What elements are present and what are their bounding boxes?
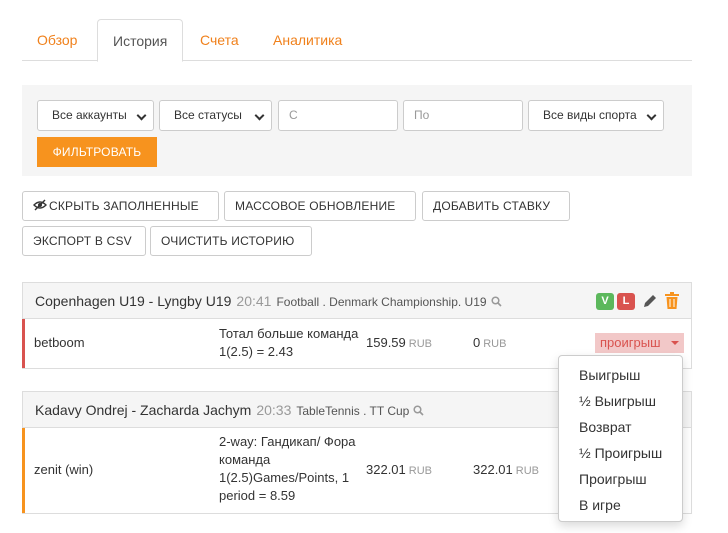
status-dropdown[interactable]: проигрыш (595, 333, 684, 353)
date-to-placeholder: По (414, 108, 430, 122)
mark-loss-button[interactable]: L (617, 293, 635, 310)
status-bar (22, 319, 25, 368)
chevron-down-icon (646, 110, 657, 121)
tab-history[interactable]: История (97, 19, 184, 62)
match-time: 20:41 (236, 293, 272, 309)
stake-value: 159.59 (366, 335, 406, 350)
tab-bar: Обзор История Счета Аналитика (22, 19, 692, 62)
accounts-select-value: Все аккаунты (52, 108, 127, 122)
stake-value: 322.01 (366, 462, 406, 477)
menu-item-half-loss[interactable]: ½ Проигрыш (559, 440, 682, 466)
match-name: Copenhagen U19 - Lyngby U19 (35, 293, 232, 309)
date-from-input[interactable]: С (278, 100, 398, 131)
clear-history-button[interactable]: ОЧИСТИТЬ ИСТОРИЮ (150, 226, 312, 256)
bet-win: 322.01 RUB (473, 462, 539, 477)
hide-filled-label: СКРЫТЬ ЗАПОЛНЕННЫЕ (49, 199, 199, 213)
league-name: Football . Denmark Championship. U19 (276, 295, 487, 309)
menu-item-half-win[interactable]: ½ Выигрыш (559, 388, 682, 414)
bet-win: 0 RUB (473, 335, 506, 350)
chevron-down-icon (254, 110, 265, 121)
edit-icon[interactable] (642, 293, 658, 309)
bet-description: 2-way: Гандикап/ Фора команда 1(2.5)Game… (219, 434, 356, 503)
search-icon[interactable] (491, 296, 502, 307)
statuses-select[interactable]: Все статусы (159, 100, 272, 131)
match-title: Kadavy Ondrej - Zacharda Jachym 20:33 Tabl… (35, 402, 424, 418)
bet-header: Copenhagen U19 - Lyngby U19 20:41 Football… (23, 283, 691, 319)
win-currency: RUB (483, 338, 507, 350)
match-time: 20:33 (256, 402, 292, 418)
date-from-placeholder: С (289, 108, 298, 122)
win-currency: RUB (515, 465, 539, 477)
menu-item-win[interactable]: Выигрыш (559, 362, 682, 388)
caret-down-icon (671, 341, 679, 345)
bet-account: betboom (34, 335, 85, 350)
menu-item-refund[interactable]: Возврат (559, 414, 682, 440)
sports-select-value: Все виды спорта (543, 108, 637, 122)
eye-slash-icon (33, 199, 47, 211)
stake-currency: RUB (408, 465, 432, 477)
hide-filled-button[interactable]: СКРЫТЬ ЗАПОЛНЕННЫЕ (22, 191, 219, 221)
menu-item-loss[interactable]: Проигрыш (559, 466, 682, 492)
win-value: 0 (473, 335, 481, 350)
tab-overview[interactable]: Обзор (22, 19, 92, 61)
bet-account: zenit (win) (34, 462, 94, 477)
match-title: Copenhagen U19 - Lyngby U19 20:41 Football… (35, 293, 502, 309)
mark-win-button[interactable]: V (596, 293, 614, 310)
tab-analytics[interactable]: Аналитика (258, 19, 357, 61)
bet-description: Тотал больше команда 1(2.5) = 2.43 (219, 326, 359, 359)
add-bet-button[interactable]: ДОБАВИТЬ СТАВКУ (422, 191, 570, 221)
statuses-select-value: Все статусы (174, 108, 242, 122)
bet-stake: 159.59 RUB (366, 335, 432, 350)
status-label: проигрыш (600, 335, 661, 350)
win-value: 322.01 (473, 462, 513, 477)
export-csv-button[interactable]: ЭКСПОРТ В CSV (22, 226, 146, 256)
league-name: TableTennis . TT Cup (296, 404, 410, 418)
match-name: Kadavy Ondrej - Zacharda Jachym (35, 402, 252, 418)
tab-accounts[interactable]: Счета (185, 19, 254, 61)
chevron-down-icon (136, 110, 147, 121)
stake-currency: RUB (408, 338, 432, 350)
bet-stake: 322.01 RUB (366, 462, 432, 477)
trash-icon[interactable] (665, 292, 679, 309)
search-icon[interactable] (413, 405, 424, 416)
filter-button[interactable]: ФИЛЬТРОВАТЬ (37, 137, 157, 167)
sports-select[interactable]: Все виды спорта (528, 100, 664, 131)
filter-panel: Все аккаунты Все статусы С По Все виды с… (22, 85, 692, 176)
menu-item-in-play[interactable]: В игре (559, 492, 682, 518)
mass-update-button[interactable]: МАССОВОЕ ОБНОВЛЕНИЕ (224, 191, 416, 221)
status-menu: Выигрыш ½ Выигрыш Возврат ½ Проигрыш Про… (558, 355, 683, 522)
accounts-select[interactable]: Все аккаунты (37, 100, 154, 131)
status-bar (22, 428, 25, 513)
date-to-input[interactable]: По (403, 100, 523, 131)
